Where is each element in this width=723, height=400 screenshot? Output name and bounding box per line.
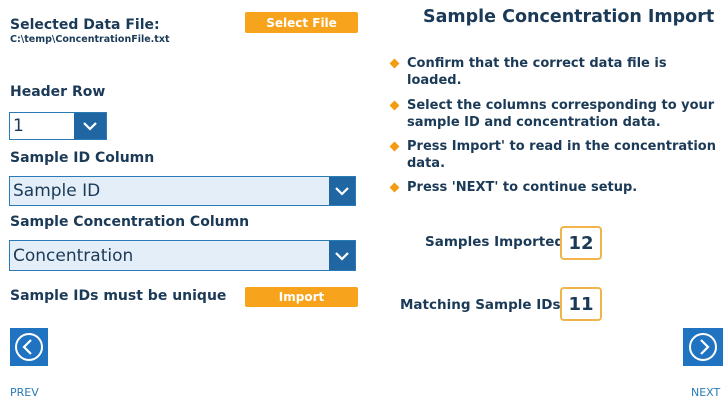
header-row-value: 1 bbox=[13, 116, 24, 136]
chevron-right-circle-icon bbox=[689, 333, 717, 361]
matching-ids-count: 11 bbox=[560, 287, 602, 321]
import-button[interactable]: Import bbox=[245, 287, 358, 307]
prev-button[interactable] bbox=[10, 328, 48, 366]
diamond-bullet-icon bbox=[389, 182, 400, 193]
samples-imported-count: 12 bbox=[560, 226, 602, 260]
instruction-item: Confirm that the correct data file is lo… bbox=[389, 55, 723, 89]
unique-ids-note: Sample IDs must be unique bbox=[10, 288, 227, 304]
diamond-bullet-icon bbox=[389, 100, 400, 111]
diamond-bullet-icon bbox=[389, 141, 400, 152]
sample-conc-column-dropdown[interactable]: Concentration bbox=[9, 240, 356, 271]
instruction-item: Press 'NEXT' to continue setup. bbox=[389, 179, 723, 196]
chevron-down-icon[interactable] bbox=[329, 241, 355, 270]
next-label[interactable]: NEXT bbox=[691, 386, 720, 399]
sample-id-column-label: Sample ID Column bbox=[10, 150, 155, 166]
samples-imported-label: Samples Imported: bbox=[425, 234, 570, 250]
instruction-item: Press Import' to read in the concentrati… bbox=[389, 138, 723, 172]
chevron-down-icon[interactable] bbox=[329, 177, 355, 205]
sample-conc-column-value: Concentration bbox=[13, 245, 134, 266]
next-button[interactable] bbox=[683, 328, 723, 366]
sample-id-column-dropdown[interactable]: Sample ID bbox=[9, 176, 356, 206]
sample-conc-column-label: Sample Concentration Column bbox=[10, 214, 250, 230]
header-row-label: Header Row bbox=[10, 84, 106, 100]
instruction-list: Confirm that the correct data file is lo… bbox=[389, 55, 723, 196]
selected-file-path: C:\temp\ConcentrationFile.txt bbox=[10, 34, 170, 45]
prev-label[interactable]: PREV bbox=[10, 386, 39, 399]
page-title: Sample Concentration Import bbox=[423, 7, 715, 27]
chevron-left-circle-icon bbox=[15, 333, 43, 361]
header-row-dropdown[interactable]: 1 bbox=[9, 112, 107, 140]
selected-file-label: Selected Data File: bbox=[10, 17, 160, 33]
instruction-item: Select the columns corresponding to your… bbox=[389, 97, 723, 131]
sample-id-column-value: Sample ID bbox=[13, 181, 101, 201]
select-file-button[interactable]: Select File bbox=[245, 12, 358, 33]
chevron-down-icon[interactable] bbox=[74, 113, 106, 139]
diamond-bullet-icon bbox=[389, 58, 400, 69]
matching-ids-label: Matching Sample IDs: bbox=[400, 297, 566, 313]
